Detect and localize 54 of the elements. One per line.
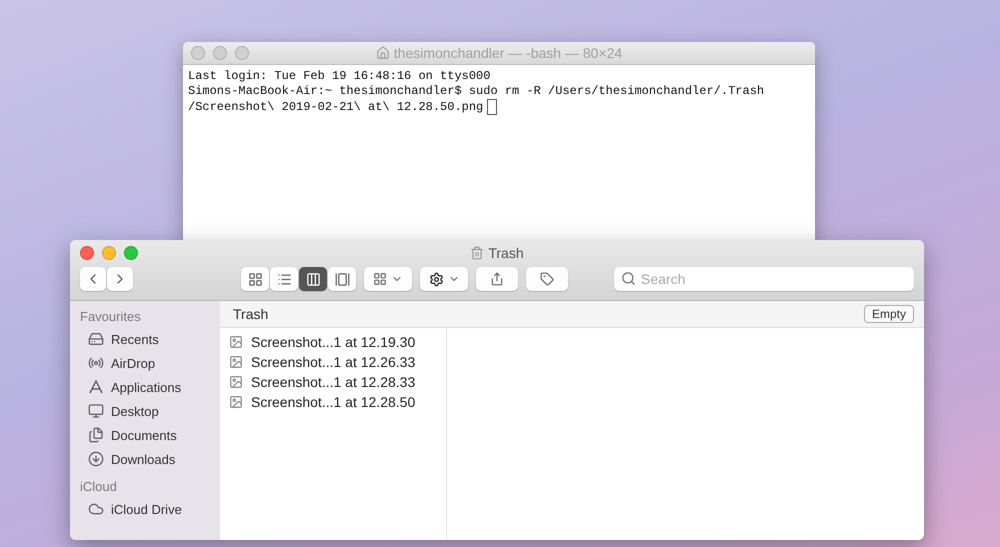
- files-icon: [88, 427, 104, 443]
- image-file-icon: [229, 395, 243, 409]
- terminal-line: Last login: Tue Feb 19 16:48:16 on ttys000: [188, 69, 490, 84]
- gallery-view-icon: [334, 272, 350, 286]
- sidebar-heading: iCloud: [79, 478, 118, 496]
- sidebar-item[interactable]: iCloud Drive: [70, 497, 220, 521]
- view-mode-button[interactable]: [299, 267, 327, 291]
- radio-waves-icon: [88, 355, 104, 371]
- sidebar-item[interactable]: Recents: [70, 327, 220, 351]
- home-icon: [376, 46, 390, 60]
- sidebar-item[interactable]: Documents: [70, 423, 220, 447]
- list-view-icon: [276, 272, 292, 286]
- terminal-line: /Screenshot\ 2019-02-21\ at\ 12.28.50.png: [188, 100, 484, 114]
- action-button[interactable]: [420, 267, 468, 291]
- sidebar-item[interactable]: Desktop: [70, 399, 220, 423]
- columns-view-icon: [306, 272, 320, 286]
- grid-icon: [373, 272, 387, 286]
- file-row[interactable]: Screenshot...1 at 12.26.33: [220, 352, 446, 372]
- image-file-icon: [229, 355, 243, 369]
- view-mode-button[interactable]: [328, 267, 356, 291]
- sidebar-item[interactable]: Applications: [70, 375, 220, 399]
- gear-icon: [428, 272, 444, 286]
- search-field[interactable]: Search: [614, 267, 914, 291]
- grid-view-icon: [248, 272, 262, 286]
- group-button[interactable]: [364, 267, 412, 291]
- terminal-line: Simons-MacBook-Air:~ thesimonchandler$ sudo rm -R /Users/thesimonchandler/.Trash: [188, 84, 764, 99]
- back-button[interactable]: [80, 267, 106, 291]
- view-mode-button[interactable]: [270, 267, 298, 291]
- download-circle-icon: [88, 451, 104, 467]
- view-mode-button[interactable]: [241, 267, 269, 291]
- file-row[interactable]: Screenshot...1 at 12.19.30: [220, 332, 446, 352]
- forward-button[interactable]: [107, 267, 133, 291]
- tag-icon: [540, 272, 554, 286]
- drive-icon: [88, 331, 104, 347]
- trash-icon: [470, 246, 484, 260]
- file-row[interactable]: Screenshot...1 at 12.28.50: [220, 392, 446, 412]
- tag-button[interactable]: [526, 267, 568, 291]
- monitor-icon: [88, 403, 104, 419]
- share-icon: [490, 272, 504, 286]
- sidebar-heading: Favourites: [79, 308, 142, 326]
- sidebar-item[interactable]: Downloads: [70, 447, 220, 471]
- empty-button[interactable]: Empty: [864, 305, 914, 323]
- window-title: thesimonchandler — -bash — 80×24: [394, 45, 622, 61]
- file-row[interactable]: Screenshot...1 at 12.28.33: [220, 372, 446, 392]
- folder-name: Trash: [233, 306, 268, 322]
- close-button[interactable]: [80, 246, 94, 260]
- image-file-icon: [229, 375, 243, 389]
- window-title: Trash: [488, 245, 524, 261]
- image-file-icon: [229, 335, 243, 349]
- text-cursor: [487, 99, 498, 115]
- share-button[interactable]: [476, 267, 518, 291]
- cloud-icon: [88, 501, 104, 517]
- sidebar-item[interactable]: AirDrop: [70, 351, 220, 375]
- search-icon: [621, 271, 636, 286]
